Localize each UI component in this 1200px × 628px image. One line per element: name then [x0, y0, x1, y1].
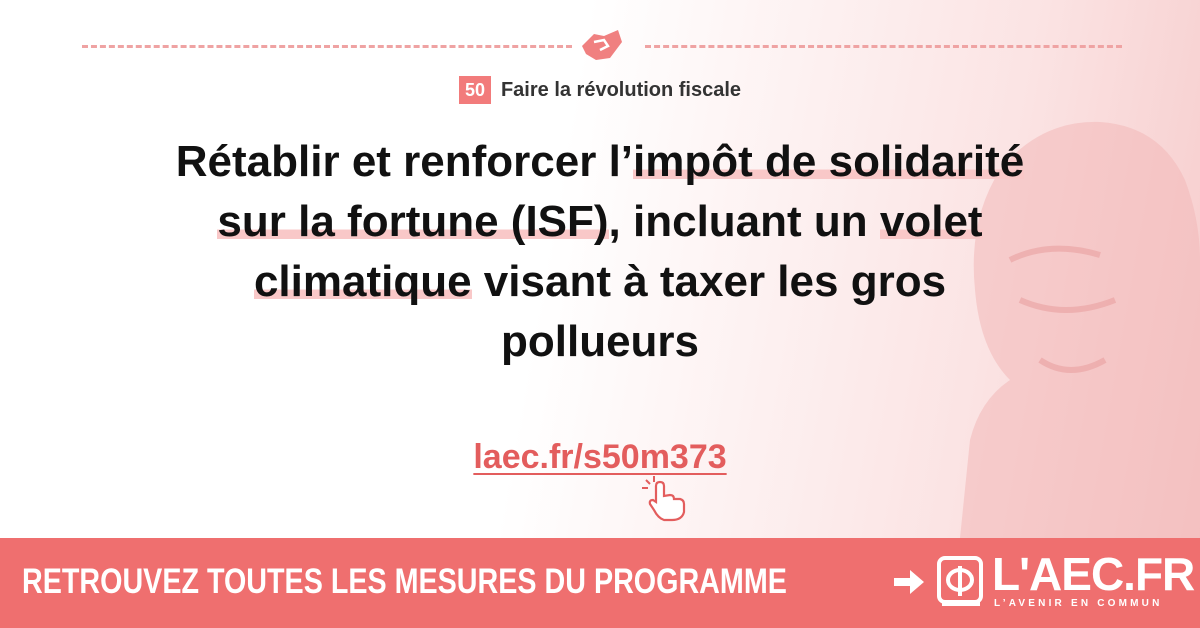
- section-title: Faire la révolution fiscale: [500, 78, 742, 101]
- dashed-divider-left: [82, 45, 572, 48]
- headline-highlight: sur la fortune (ISF): [217, 197, 609, 246]
- headline-text: pollueurs: [500, 317, 700, 366]
- cta-banner[interactable]: RETROUVEZ TOUTES LES MESURES DU PROGRAMM…: [0, 538, 1200, 628]
- cta-text[interactable]: RETROUVEZ TOUTES LES MESURES DU PROGRAMM…: [22, 562, 787, 602]
- headline-text: , incluant un: [608, 197, 880, 246]
- headline-text: visant à taxer les gros: [471, 257, 947, 306]
- measure-link-container: laec.fr/s50m373: [0, 438, 1200, 477]
- measure-headline: Rétablir et renforcer l’impôt de solidar…: [40, 132, 1160, 372]
- measure-number-badge: 50: [458, 76, 491, 104]
- pointer-hand-icon: [640, 474, 690, 522]
- logo-text: L'AEC.FR: [992, 548, 1195, 600]
- dashed-divider-right: [645, 45, 1122, 48]
- headline-text: Rétablir et renforcer l’: [175, 137, 634, 186]
- headline-highlight: volet: [879, 197, 983, 246]
- section-header: 50 Faire la révolution fiscale: [0, 76, 1200, 104]
- logo-subtitle: L’AVENIR EN COMMUN: [994, 598, 1163, 609]
- hands-icon: [578, 24, 624, 66]
- headline-highlight: climatique: [253, 257, 472, 306]
- measure-link[interactable]: laec.fr/s50m373: [473, 438, 726, 476]
- arrow-right-icon: [892, 568, 926, 596]
- headline-highlight: impôt de solidarité: [633, 137, 1025, 186]
- phi-logo-icon: [936, 554, 986, 610]
